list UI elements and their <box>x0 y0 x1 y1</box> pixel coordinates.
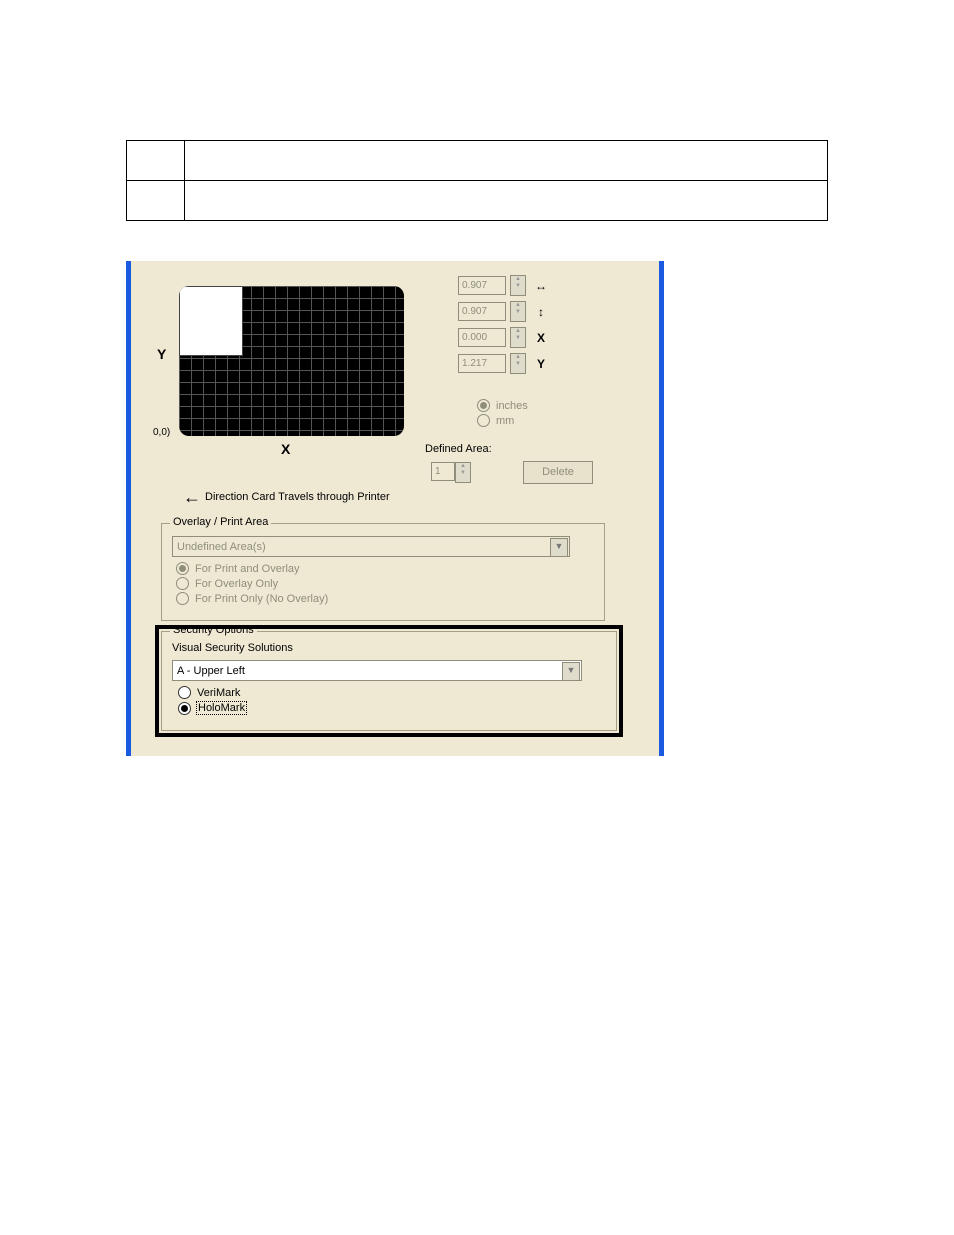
radio-icon <box>178 702 191 715</box>
direction-text: Direction Card Travels through Printer <box>205 491 390 503</box>
units-inches-label: inches <box>496 400 528 412</box>
table-row <box>127 181 828 221</box>
overlay-opt1-label: For Print and Overlay <box>195 563 300 575</box>
overlay-opt3-label: For Print Only (No Overlay) <box>195 593 328 605</box>
units-radio-group: inches mm <box>477 399 528 429</box>
document-page: Y 0,0) X ▲▼ ↔ ▲▼ ↕ <box>0 0 954 1235</box>
height-spinner-buttons[interactable]: ▲▼ <box>510 301 526 322</box>
dimension-spinners: ▲▼ ↔ ▲▼ ↕ ▲▼ X ▲▼ Y <box>458 275 578 379</box>
width-icon: ↔ <box>532 279 550 293</box>
width-input[interactable] <box>458 276 506 295</box>
verimark-label: VeriMark <box>197 687 240 699</box>
y-input[interactable] <box>458 354 506 373</box>
overlay-group-legend: Overlay / Print Area <box>170 516 271 528</box>
security-location-dropdown[interactable]: A - Upper Left ▼ <box>172 660 582 681</box>
x-icon: X <box>532 331 550 345</box>
overlay-area-dropdown[interactable]: Undefined Area(s) ▼ <box>172 536 570 557</box>
security-opt-verimark[interactable]: VeriMark <box>178 686 247 699</box>
defined-area-input[interactable] <box>431 462 455 481</box>
security-options-group: Security Options Visual Security Solutio… <box>161 631 617 731</box>
overlay-opt-print-only[interactable]: For Print Only (No Overlay) <box>176 592 328 605</box>
security-subtitle: Visual Security Solutions <box>172 642 293 654</box>
holomark-label: HoloMark <box>196 701 247 715</box>
window-border-right <box>659 261 664 756</box>
height-input[interactable] <box>458 302 506 321</box>
y-icon: Y <box>532 357 550 371</box>
overlay-opt-print-and-overlay[interactable]: For Print and Overlay <box>176 562 328 575</box>
overlay-opt-overlay-only[interactable]: For Overlay Only <box>176 577 328 590</box>
table-cell <box>185 141 828 181</box>
spinner-width: ▲▼ ↔ <box>458 275 578 296</box>
security-dropdown-value: A - Upper Left <box>177 665 245 677</box>
overlay-opt2-label: For Overlay Only <box>195 578 278 590</box>
radio-icon <box>477 399 490 412</box>
security-group-legend: Security Options <box>170 624 257 636</box>
arrow-left-icon: ← <box>183 491 201 503</box>
card-grid <box>179 286 404 436</box>
spinner-y: ▲▼ Y <box>458 353 578 374</box>
defined-area-label: Defined Area: <box>425 443 492 455</box>
spinner-height: ▲▼ ↕ <box>458 301 578 322</box>
spinner-x: ▲▼ X <box>458 327 578 348</box>
radio-icon <box>477 414 490 427</box>
security-opt-holomark[interactable]: HoloMark <box>178 701 247 715</box>
overlay-dropdown-value: Undefined Area(s) <box>177 541 266 553</box>
chevron-down-icon: ▼ <box>562 662 580 681</box>
security-type-radios: VeriMark HoloMark <box>178 686 247 717</box>
defined-area-spinner-buttons[interactable]: ▲▼ <box>455 462 471 483</box>
chevron-down-icon: ▼ <box>550 538 568 557</box>
dialog-panel: Y 0,0) X ▲▼ ↔ ▲▼ ↕ <box>131 261 659 756</box>
radio-icon <box>176 577 189 590</box>
table-row <box>127 141 828 181</box>
axis-y-label: Y <box>157 346 166 362</box>
table-cell <box>127 181 185 221</box>
defined-area-rect <box>179 286 243 356</box>
radio-icon <box>176 562 189 575</box>
units-mm-option[interactable]: mm <box>477 414 528 427</box>
overlay-print-area-group: Overlay / Print Area Undefined Area(s) ▼… <box>161 523 605 621</box>
table-cell <box>185 181 828 221</box>
height-icon: ↕ <box>532 305 550 319</box>
units-mm-label: mm <box>496 415 514 427</box>
units-inches-option[interactable]: inches <box>477 399 528 412</box>
x-input[interactable] <box>458 328 506 347</box>
screenshot-container: Y 0,0) X ▲▼ ↔ ▲▼ ↕ <box>126 261 664 756</box>
defined-area-row: ▲▼ Delete <box>431 461 593 484</box>
table-cell <box>127 141 185 181</box>
doc-table <box>126 140 828 221</box>
radio-icon <box>178 686 191 699</box>
y-spinner-buttons[interactable]: ▲▼ <box>510 353 526 374</box>
card-preview <box>179 286 404 446</box>
radio-icon <box>176 592 189 605</box>
x-spinner-buttons[interactable]: ▲▼ <box>510 327 526 348</box>
width-spinner-buttons[interactable]: ▲▼ <box>510 275 526 296</box>
overlay-mode-radios: For Print and Overlay For Overlay Only F… <box>176 562 328 607</box>
direction-note: ← Direction Card Travels through Printer <box>183 491 390 503</box>
delete-button[interactable]: Delete <box>523 461 593 484</box>
axis-origin-label: 0,0) <box>153 427 170 438</box>
